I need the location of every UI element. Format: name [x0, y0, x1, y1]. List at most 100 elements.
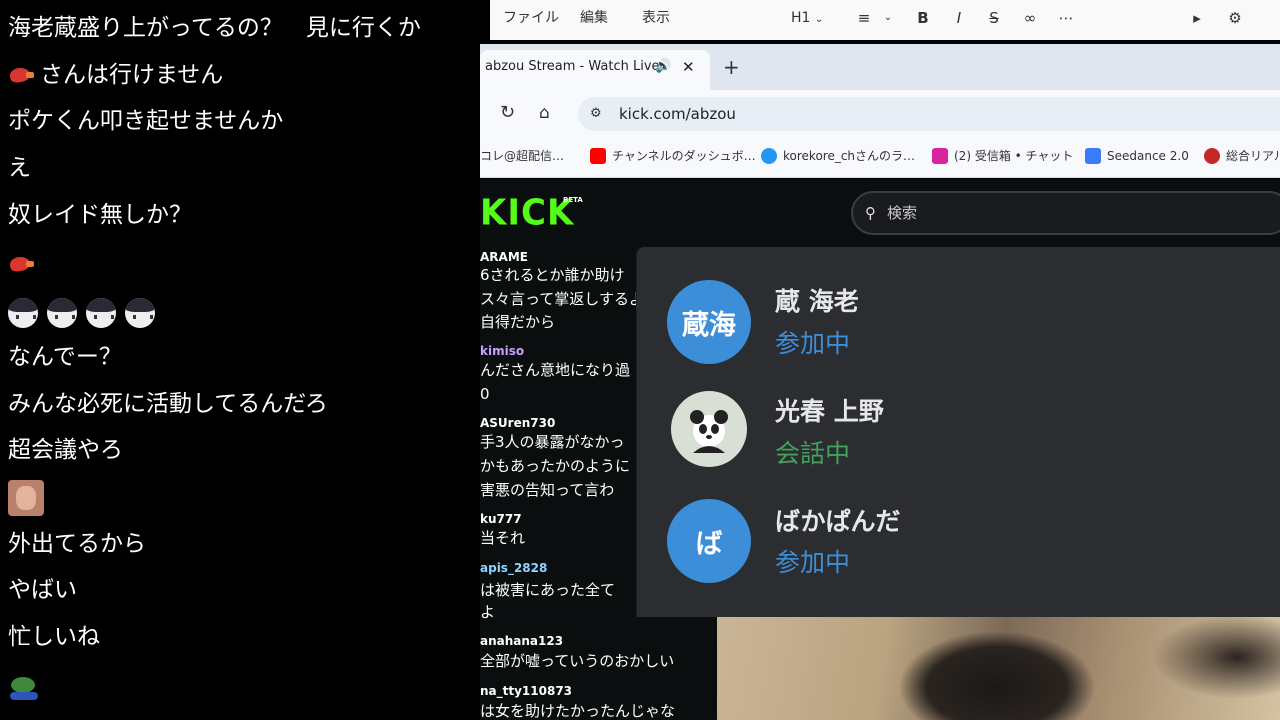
- link-icon[interactable]: ∞: [1018, 0, 1042, 36]
- search-icon: ⚲: [865, 204, 876, 222]
- bold-icon[interactable]: B: [911, 0, 935, 36]
- chat-message: かもあったかのように: [480, 457, 631, 475]
- chevron-down-icon: ⌄: [814, 14, 824, 25]
- photo-emote-icon: [8, 480, 44, 516]
- strikethrough-icon[interactable]: S: [982, 0, 1006, 36]
- avatar[interactable]: ば: [667, 499, 751, 583]
- seedance-icon: [1085, 148, 1101, 164]
- chat-username[interactable]: na_tty110873: [480, 683, 572, 699]
- bookmark-item[interactable]: 総合リアル: [1204, 136, 1280, 176]
- heading-select-label: H1: [791, 10, 811, 26]
- comment-line: 忙しいね: [8, 617, 100, 657]
- comment-line: みんな必死に活動してるんだろ: [8, 384, 328, 424]
- instagram-icon: [932, 148, 948, 164]
- heading-select[interactable]: H1 ⌄: [791, 0, 823, 36]
- youtube-icon: [590, 148, 606, 164]
- home-icon[interactable]: ⌂: [539, 90, 550, 136]
- menu-edit[interactable]: 編集: [580, 0, 608, 36]
- tab-abzou-stream[interactable]: abzou Stream - Watch Live 🔊 ✕: [480, 50, 710, 90]
- comment-line: 外出てるから: [8, 524, 146, 564]
- megaphone-icon[interactable]: ▸: [1185, 0, 1209, 36]
- comment-line: 超会議やろ: [8, 430, 123, 470]
- member-status: 会話中: [775, 439, 851, 468]
- comment-line: 奴レイド無しか？: [8, 195, 192, 235]
- comment-line: え: [8, 148, 31, 188]
- shrimp-emote-icon: [8, 253, 34, 275]
- panda-icon: [690, 410, 728, 453]
- bookmark-item[interactable]: (2) 受信箱 • チャット: [932, 136, 1073, 176]
- site-icon: [1204, 148, 1220, 164]
- url-text: kick.com/abzou: [619, 105, 736, 123]
- comment-text: みんな必死に活動してるんだろ: [8, 391, 328, 417]
- member-status: 参加中: [775, 329, 851, 358]
- comment-text: 超会議やろ: [8, 437, 123, 463]
- settings-icon[interactable]: ⚙: [1223, 0, 1247, 36]
- site-info-icon[interactable]: ⚙: [590, 97, 602, 131]
- close-tab-icon[interactable]: ✕: [682, 50, 695, 84]
- comment-line: [8, 478, 44, 518]
- bookmark-item[interactable]: korekore_chさんのラ…: [761, 136, 915, 176]
- voice-members-panel: 蔵海 蔵 海老 参加中 光春 上野 会話中 ば ばかぱんだ 参加中: [636, 247, 1280, 617]
- comment-line: [8, 244, 40, 284]
- browser-tab-bar: abzou Stream - Watch Live 🔊 ✕ +: [480, 44, 1280, 90]
- chat-message: 0: [480, 385, 490, 403]
- menu-view[interactable]: 表示: [642, 0, 670, 36]
- chat-message: 全部が嘘っていうのおかしい: [480, 652, 675, 670]
- chat-message: 6されるとか誰か助け: [480, 266, 625, 284]
- bookmark-item[interactable]: Seedance 2.0: [1085, 136, 1189, 176]
- reload-icon[interactable]: ↻: [500, 90, 515, 136]
- chat-username[interactable]: apis_2828: [480, 560, 547, 576]
- chat-message: は被害にあった全て: [480, 581, 616, 599]
- bookmark-label: Seedance 2.0: [1107, 149, 1189, 163]
- comment-line: なんでー？: [8, 337, 122, 377]
- list-icon[interactable]: ≡: [852, 0, 876, 36]
- chat-message: 害悪の告知って言わ: [480, 481, 615, 499]
- search-placeholder: 検索: [887, 204, 918, 222]
- member-name[interactable]: 光春 上野: [775, 392, 884, 428]
- comment-text: ポケくん叩き起せませんか: [8, 108, 284, 134]
- face-emote-icon: [8, 298, 38, 328]
- member-name[interactable]: 蔵 海老: [775, 282, 859, 318]
- bookmark-label: コレ@超配信…: [480, 149, 565, 163]
- comment-text: 海老蔵盛り上がってるの？ 見に行くか: [8, 15, 421, 41]
- comment-text: 外出てるから: [8, 531, 146, 557]
- bookmark-label: チャンネルのダッシュボ…: [612, 149, 756, 163]
- chat-username[interactable]: anahana123: [480, 633, 563, 649]
- comment-line: [8, 668, 40, 708]
- face-emote-icon: [86, 298, 116, 328]
- comment-line: さんは行けません: [8, 55, 223, 95]
- speaker-icon[interactable]: 🔊: [655, 50, 671, 84]
- chat-username[interactable]: kimiso: [480, 343, 524, 359]
- chat-message: 手3人の暴露がなかっ: [480, 433, 625, 451]
- chat-message: 自得だから: [480, 313, 556, 331]
- kick-logo[interactable]: KICK: [480, 194, 574, 232]
- chat-username[interactable]: ARAME: [480, 249, 528, 265]
- chat-username[interactable]: ku777: [480, 511, 522, 527]
- member-name[interactable]: ばかぱんだ: [775, 502, 901, 538]
- bookmark-item[interactable]: コレ@超配信…: [480, 136, 564, 176]
- browser-nav-bar: ↻ ⌂ ⚙ kick.com/abzou: [480, 90, 1280, 136]
- kick-header: KICK BETA ⚲ 検索: [480, 179, 1280, 247]
- more-icon[interactable]: ⋯: [1054, 0, 1078, 36]
- chevron-down-icon[interactable]: ⌄: [876, 0, 900, 36]
- bookmark-label: 総合リアル: [1226, 149, 1280, 163]
- chat-message: 当それ: [480, 529, 526, 547]
- comment-line: [8, 293, 164, 333]
- beta-badge: BETA: [563, 196, 583, 204]
- comment-text: 忙しいね: [8, 624, 100, 650]
- stream-site-icon: [761, 148, 777, 164]
- address-bar[interactable]: ⚙ kick.com/abzou: [578, 97, 1280, 131]
- search-input[interactable]: ⚲ 検索: [851, 191, 1280, 235]
- comment-line: やばい: [8, 570, 77, 610]
- tab-title: abzou Stream - Watch Live: [485, 59, 660, 74]
- chat-username[interactable]: ASUren730: [480, 415, 555, 431]
- bookmark-item[interactable]: チャンネルのダッシュボ…: [590, 136, 756, 176]
- menu-file[interactable]: ファイル: [503, 0, 559, 36]
- comment-line: ポケくん叩き起せませんか: [8, 101, 283, 141]
- new-tab-icon[interactable]: +: [723, 50, 740, 84]
- avatar[interactable]: 蔵海: [667, 280, 751, 364]
- panda-avatar[interactable]: [671, 391, 747, 467]
- chat-message: んださん意地になり過: [480, 361, 631, 379]
- stream-video[interactable]: [717, 617, 1280, 720]
- italic-icon[interactable]: I: [947, 0, 971, 36]
